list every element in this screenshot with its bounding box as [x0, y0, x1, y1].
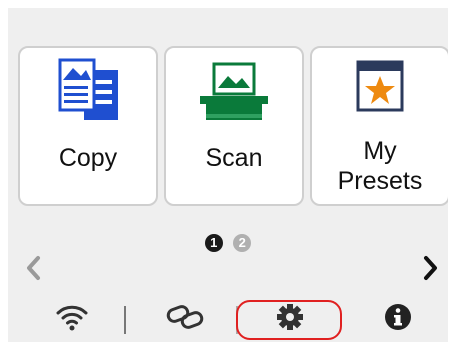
toolbar-divider: [124, 306, 126, 334]
copy-tile[interactable]: Copy: [18, 46, 158, 206]
printer-home-screen: Copy Scan My Presets 1 2: [8, 8, 448, 342]
my-presets-label-line1: My: [363, 137, 397, 165]
page-dot-current: 1: [204, 234, 223, 252]
link-icon: [166, 305, 204, 329]
scan-icon: [166, 58, 302, 130]
chevron-left-icon: [27, 256, 40, 280]
wifi-icon: [56, 305, 88, 331]
my-presets-label-line2: Presets: [337, 167, 423, 195]
info-button[interactable]: [358, 296, 438, 338]
wifi-button[interactable]: [32, 296, 112, 338]
next-page-button[interactable]: [418, 254, 442, 282]
setup-button[interactable]: [244, 296, 336, 338]
page-dot-other[interactable]: 2: [233, 234, 252, 252]
previous-page-button[interactable]: [22, 254, 46, 282]
scan-tile[interactable]: Scan: [164, 46, 304, 206]
scan-label: Scan: [205, 144, 263, 172]
gear-icon: [277, 304, 303, 330]
copy-label: Copy: [58, 144, 118, 172]
my-presets-tile[interactable]: My Presets: [310, 46, 448, 206]
my-presets-label: My Presets: [312, 136, 448, 196]
link-button[interactable]: [140, 296, 230, 338]
page-indicator: 1 2: [8, 234, 448, 252]
chevron-right-icon: [424, 256, 437, 280]
copy-icon: [20, 58, 156, 130]
bottom-toolbar: [8, 292, 448, 342]
info-icon: [385, 304, 411, 330]
star-preset-icon: [312, 58, 448, 130]
